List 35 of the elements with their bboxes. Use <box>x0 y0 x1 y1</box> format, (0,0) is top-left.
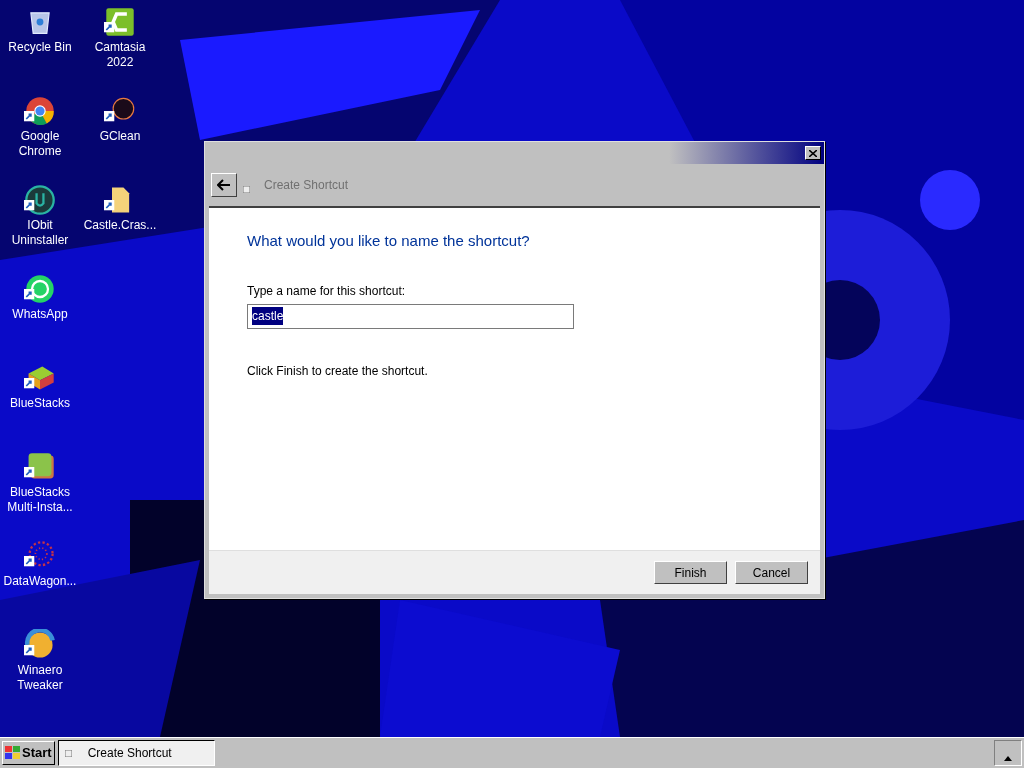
shortcut-icon <box>64 749 72 757</box>
desktop-icon-label[interactable]: WhatsApp <box>0 307 80 322</box>
dialog-title: Create Shortcut <box>264 177 349 194</box>
app-icon <box>104 6 136 38</box>
tray-up-button[interactable] <box>994 740 1022 766</box>
desktop-icon-label[interactable]: Camtasia 2022 <box>80 40 160 70</box>
windows-logo-icon <box>5 746 21 760</box>
desktop-icon-label[interactable]: DataWagon... <box>0 574 80 589</box>
desktop-icon-label[interactable]: Winaero Tweaker <box>0 663 80 693</box>
desktop-icon-label[interactable]: Recycle Bin <box>0 40 80 55</box>
app-icon <box>24 95 56 127</box>
app-icon <box>24 273 56 305</box>
start-button[interactable]: Start <box>2 741 55 765</box>
desktop-icon-label[interactable]: Castle.Cras... <box>80 218 160 233</box>
cancel-button[interactable]: Cancel <box>735 561 808 584</box>
shortcut-icon <box>243 185 250 193</box>
close-button[interactable] <box>805 146 821 160</box>
dialog-heading: What would you like to name the shortcut? <box>247 231 531 251</box>
desktop-icon-label[interactable]: GClean <box>80 129 160 144</box>
back-button[interactable] <box>211 173 237 197</box>
desktop-icon-label[interactable]: Google Chrome <box>0 129 80 159</box>
desktop-icon-label[interactable]: BlueStacks <box>0 396 80 411</box>
app-icon <box>24 629 56 661</box>
finish-button[interactable]: Finish <box>654 561 727 584</box>
close-icon <box>809 149 817 157</box>
app-icon <box>24 184 56 216</box>
field-label: Type a name for this shortcut: <box>247 282 407 300</box>
back-arrow-icon <box>217 179 231 191</box>
name-field[interactable]: castle <box>247 303 574 329</box>
field-value: castle <box>252 307 284 325</box>
desktop-icon-label[interactable]: IObit Uninstaller <box>0 218 80 248</box>
hint-text: Click Finish to create the shortcut. <box>247 362 429 380</box>
up-arrow-icon <box>1004 756 1012 761</box>
desktop-icon-label[interactable]: BlueStacks Multi-Insta... <box>0 485 80 515</box>
taskbar-button[interactable]: Create Shortcut <box>57 740 215 766</box>
